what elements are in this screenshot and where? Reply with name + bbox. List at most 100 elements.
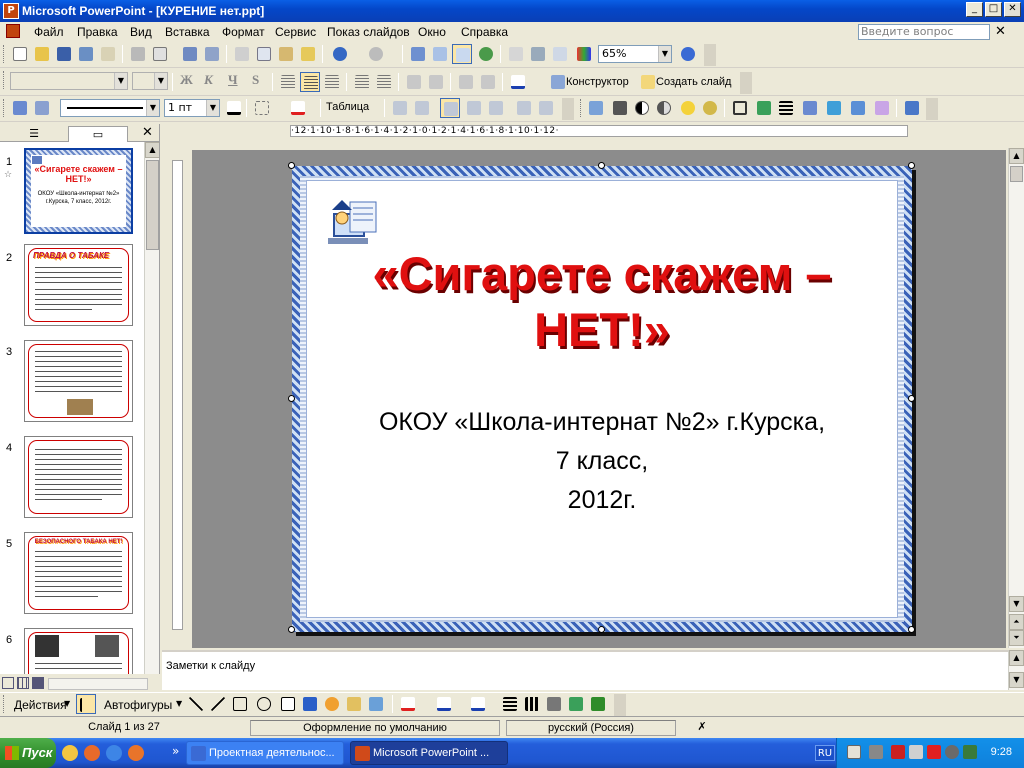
tables-borders-icon[interactable] (452, 44, 472, 64)
slideshow-icon[interactable] (32, 677, 44, 689)
network-icon[interactable] (945, 745, 959, 759)
chevron-down-icon[interactable]: ▼ (658, 46, 671, 62)
undo-icon[interactable] (330, 44, 350, 64)
volume-icon[interactable] (909, 745, 923, 759)
zoom-select[interactable]: 65% ▼ (598, 45, 672, 63)
draw-table-icon[interactable] (10, 98, 30, 118)
show-formatting-icon[interactable] (528, 44, 548, 64)
quicklaunch-icon[interactable] (84, 745, 100, 761)
menu-slideshow[interactable]: Показ слайдов (327, 25, 410, 39)
toolbar-grip[interactable] (3, 45, 6, 63)
crop-icon[interactable] (730, 98, 750, 118)
border-color-icon[interactable] (224, 98, 244, 118)
transition-icon[interactable]: ☆ (4, 170, 12, 180)
arrow-icon[interactable] (208, 694, 228, 714)
slide-scrollbar[interactable]: ▲ ▼ ⏶ ⏷ (1008, 148, 1024, 648)
picture-icon[interactable] (366, 694, 386, 714)
paste-icon[interactable] (276, 44, 296, 64)
slides-tab[interactable]: ▭ (68, 126, 128, 142)
distribute-columns-icon[interactable] (536, 98, 556, 118)
resize-handle[interactable] (908, 162, 915, 169)
start-button[interactable]: Пуск (0, 738, 56, 768)
chevron-down-icon[interactable]: ▼ (206, 100, 219, 116)
diagram-icon[interactable] (322, 694, 342, 714)
align-top-icon[interactable] (440, 98, 460, 118)
rotate-icon[interactable] (754, 98, 774, 118)
color-icon[interactable] (610, 98, 630, 118)
menu-insert[interactable]: Вставка (165, 25, 210, 39)
permission-icon[interactable] (76, 44, 96, 64)
help-icon[interactable] (678, 44, 698, 64)
border-style-select[interactable]: ▼ (60, 99, 160, 117)
tray-icon[interactable] (869, 745, 883, 759)
scroll-thumb[interactable] (146, 160, 159, 250)
slide-thumbnail-1[interactable]: «Сигарете скажем – НЕТ!» ОКОУ «Школа-инт… (24, 148, 133, 234)
format-painter-icon[interactable] (298, 44, 318, 64)
compress-pictures-icon[interactable] (800, 98, 820, 118)
line-style-icon[interactable] (500, 694, 520, 714)
fill-color-icon[interactable] (288, 98, 308, 118)
show-more-icon[interactable]: » (172, 744, 179, 758)
menu-help[interactable]: Справка (461, 25, 508, 39)
slide-title[interactable]: «Сигарете скажем – НЕТ!» (312, 246, 892, 358)
open-icon[interactable] (32, 44, 52, 64)
slide[interactable]: «Сигарете скажем – НЕТ!» ОКОУ «Школа-инт… (292, 166, 912, 632)
slide-subtitle-line1[interactable]: ОКОУ «Школа-интернат №2» г.Курска, (312, 408, 892, 437)
sorter-view-icon[interactable] (17, 677, 29, 689)
increase-font-icon[interactable] (404, 72, 424, 92)
italic-button[interactable]: К (204, 72, 213, 88)
toolbar-grip[interactable] (3, 99, 6, 117)
help-icon[interactable] (847, 745, 861, 759)
designer-icon[interactable] (548, 72, 568, 92)
resize-handle[interactable] (288, 395, 295, 402)
decrease-font-icon[interactable] (426, 72, 446, 92)
powerpoint-icon[interactable]: P (3, 3, 19, 19)
font-color-icon[interactable] (508, 72, 528, 92)
toolbar-options-icon[interactable] (704, 44, 716, 66)
slide-thumbnail-3[interactable] (24, 340, 133, 422)
resize-handle[interactable] (598, 626, 605, 633)
slide-thumbnail-2[interactable]: ПРАВДА О ТАБАКЕ (24, 244, 133, 326)
slide-thumbnail-4[interactable] (24, 436, 133, 518)
shadow-button[interactable]: S (252, 72, 259, 88)
align-bottom-icon[interactable] (486, 98, 506, 118)
size-select[interactable]: ▼ (132, 72, 168, 90)
close-pane-button[interactable]: ✕ (142, 125, 153, 140)
chevron-down-icon[interactable]: ▼ (154, 73, 167, 89)
split-cell-icon[interactable] (412, 98, 432, 118)
expand-all-icon[interactable] (506, 44, 526, 64)
new-icon[interactable] (10, 44, 30, 64)
menu-file[interactable]: Файл (34, 25, 64, 39)
increase-indent-icon[interactable] (478, 72, 498, 92)
borders-icon[interactable] (252, 98, 272, 118)
ask-question-input[interactable]: Введите вопрос (858, 24, 990, 40)
previous-slide-icon[interactable]: ⏶ (1009, 614, 1024, 630)
kaspersky-icon[interactable] (927, 745, 941, 759)
border-width-select[interactable]: 1 пт ▼ (164, 99, 220, 117)
oval-icon[interactable] (254, 694, 274, 714)
research-icon[interactable] (202, 44, 222, 64)
toolbar-options-icon[interactable] (926, 98, 938, 120)
more-brightness-icon[interactable] (678, 98, 698, 118)
less-contrast-icon[interactable] (654, 98, 674, 118)
decrease-indent-icon[interactable] (456, 72, 476, 92)
eraser-icon[interactable] (32, 98, 52, 118)
wordart-icon[interactable] (300, 694, 320, 714)
preview-icon[interactable] (150, 44, 170, 64)
new-slide-icon[interactable] (638, 72, 658, 92)
scroll-up-icon[interactable]: ▲ (1009, 148, 1024, 164)
select-pointer-icon[interactable] (76, 694, 96, 714)
chevron-down-icon[interactable]: ▼ (176, 699, 182, 708)
line-style-icon[interactable] (776, 98, 796, 118)
close-button[interactable]: ✕ (1004, 2, 1021, 17)
toolbar-grip[interactable] (580, 99, 583, 117)
color-grayscale-icon[interactable] (574, 44, 594, 64)
distribute-rows-icon[interactable] (514, 98, 534, 118)
dash-style-icon[interactable] (522, 694, 542, 714)
email-icon[interactable] (98, 44, 118, 64)
align-center-icon[interactable] (300, 72, 320, 92)
bullets-icon[interactable] (374, 72, 394, 92)
slide-thumbnail-6[interactable] (24, 628, 133, 674)
taskbar-item-word[interactable]: Проектная деятельнос... (186, 741, 344, 765)
notes-scrollbar[interactable]: ▲ ▼ (1008, 650, 1024, 690)
